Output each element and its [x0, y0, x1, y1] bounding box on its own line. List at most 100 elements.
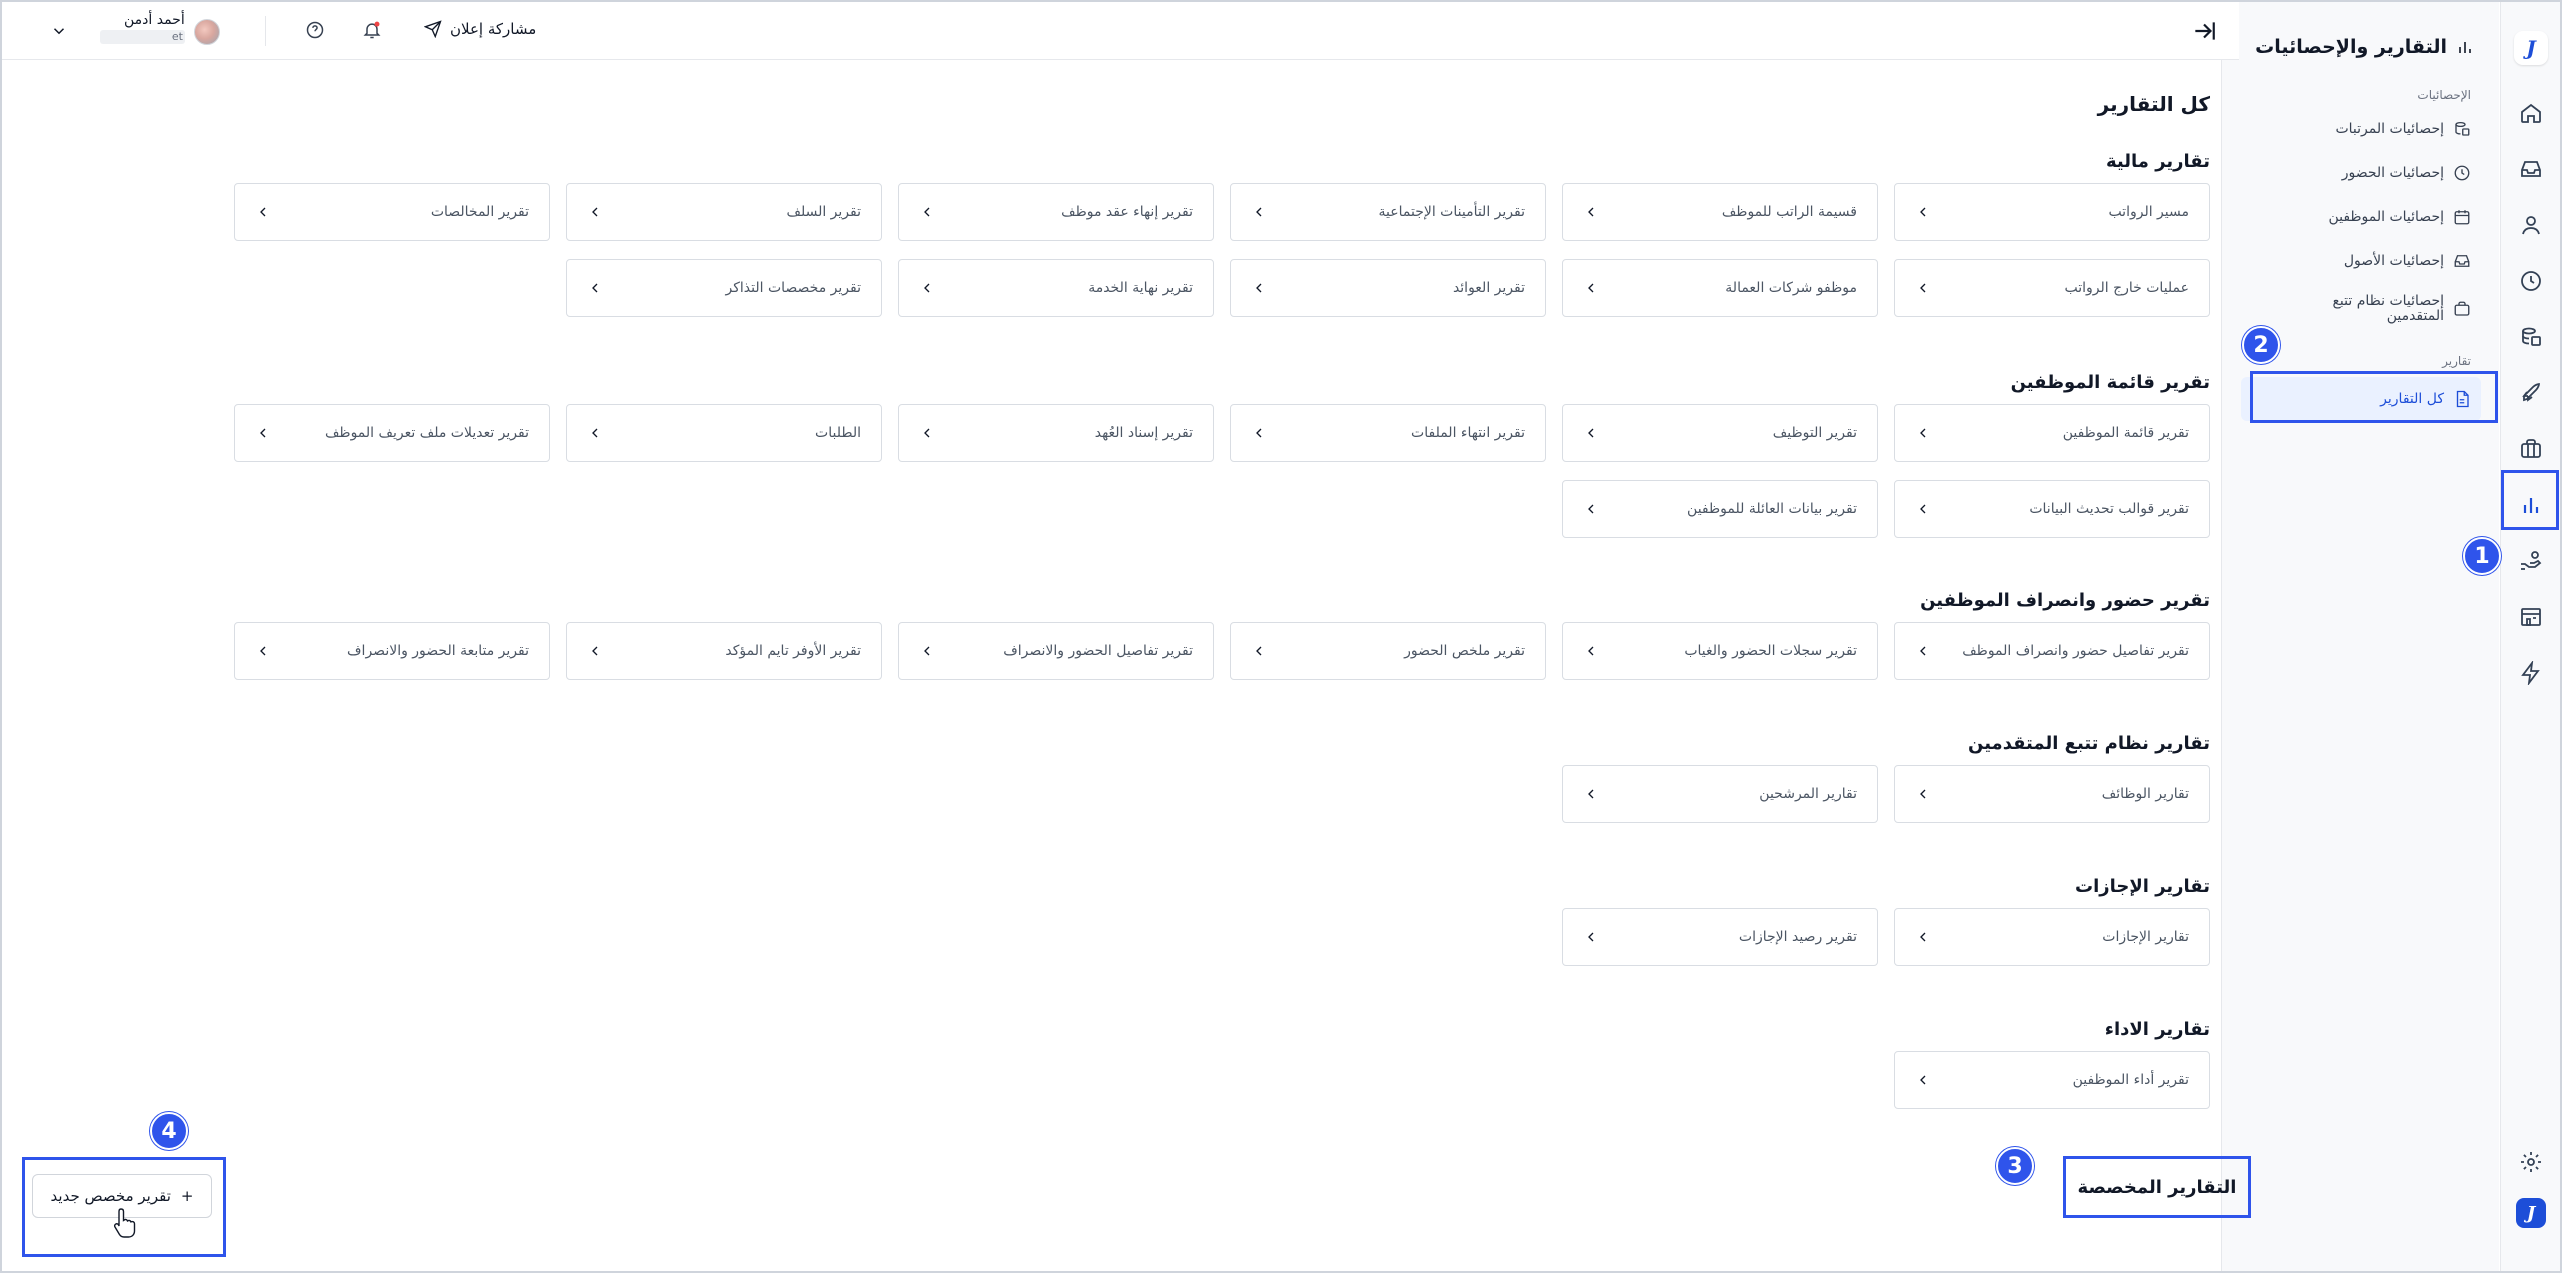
report-card[interactable]: تقرير قائمة الموظفين [1894, 404, 2210, 462]
report-card[interactable]: تقرير متابعة الحضور والانصراف [234, 622, 550, 680]
report-card-label: تقرير تفاصيل حضور وانصراف الموظف [1962, 643, 2189, 659]
chevron-left-icon [1256, 646, 1262, 656]
bell-icon[interactable] [362, 20, 382, 40]
report-card[interactable]: تقرير أداء الموظفين [1894, 1051, 2210, 1109]
icon-rail: J J [2500, 2, 2560, 1271]
bolt-icon[interactable] [2514, 656, 2548, 690]
reports-section-label: تقارير [2442, 354, 2471, 368]
report-card[interactable]: تقرير التأمينات الإجتماعية [1230, 183, 1546, 241]
report-card[interactable]: تقارير الوظائف [1894, 765, 2210, 823]
report-card-label: عمليات خارج الرواتب [2064, 280, 2189, 296]
send-icon [424, 20, 442, 38]
section-title: تقارير الإجازات [2075, 876, 2210, 897]
sidebar-item-label: إحصائيات المرتبات [2335, 121, 2444, 137]
report-card[interactable]: تقرير بيانات العائلة للموظفين [1562, 480, 1878, 538]
report-card-label: تقرير متابعة الحضور والانصراف [347, 643, 529, 659]
report-card-label: تقارير الإجازات [2102, 929, 2189, 945]
report-card-label: تقارير المرشحين [1759, 786, 1857, 802]
inbox-icon[interactable] [2514, 152, 2548, 186]
report-card-label: تقرير أداء الموظفين [2072, 1072, 2189, 1088]
report-card[interactable]: تقرير قوالب تحديث البيانات [1894, 480, 2210, 538]
report-card-label: قسيمة الراتب للموظف [1721, 204, 1857, 220]
chevron-left-icon [1588, 428, 1594, 438]
sidebar-item-label: إحصائيات الأصول [2343, 253, 2444, 269]
report-card[interactable]: تقرير رصيد الإجازات [1562, 908, 1878, 966]
section-title: تقرير حضور وانصراف الموظفين [1920, 590, 2210, 611]
chevron-left-icon [1920, 646, 1926, 656]
calendar-icon [2454, 210, 2470, 225]
section-title: تقارير مالية [2106, 151, 2210, 172]
report-card[interactable]: تقرير المخالصات [234, 183, 550, 241]
report-card[interactable]: تقرير إسناد العُهد [898, 404, 1214, 462]
sidebar-item-label: إحصائيات الحضور [2341, 165, 2444, 181]
annotation-badge-2: 2 [2242, 326, 2280, 364]
chevron-left-icon [592, 646, 598, 656]
report-card-label: تقرير التوظيف [1772, 425, 1857, 441]
highlight-all-reports [2250, 371, 2498, 423]
report-card[interactable]: تقرير ملخص الحضور [1230, 622, 1546, 680]
chevron-left-icon [1256, 428, 1262, 438]
report-card[interactable]: تقرير العوائد [1230, 259, 1546, 317]
share-ad-label: مشاركة إعلان [450, 20, 537, 38]
report-card-label: تقرير العوائد [1452, 280, 1525, 296]
user-icon[interactable] [2514, 208, 2548, 242]
report-card[interactable]: تقارير المرشحين [1562, 765, 1878, 823]
chevron-left-icon [1588, 646, 1594, 656]
rocket-icon[interactable] [2514, 376, 2548, 410]
report-card[interactable]: تقرير نهاية الخدمة [898, 259, 1214, 317]
chevron-left-icon [924, 646, 930, 656]
sidebar-item-ats-stats[interactable]: إحصائيات نظام تتبع المتقدمين [2331, 293, 2471, 325]
chevron-down-icon[interactable] [50, 22, 68, 40]
avatar[interactable] [194, 19, 220, 45]
chevron-left-icon [260, 428, 266, 438]
handshake-icon[interactable] [2514, 544, 2548, 578]
gear-icon[interactable] [2514, 1145, 2548, 1179]
top-bar: مشاركة إعلان أحمد أدمن et [2, 2, 2239, 60]
help-icon[interactable] [305, 20, 325, 40]
report-card[interactable]: تقرير السلف [566, 183, 882, 241]
sidebar-item-attendance-stats[interactable]: إحصائيات الحضور [2342, 164, 2471, 182]
payroll-icon[interactable] [2514, 320, 2548, 354]
topbar-divider [265, 16, 266, 46]
collapse-sidebar-icon[interactable] [2191, 18, 2217, 44]
report-card[interactable]: تقرير التوظيف [1562, 404, 1878, 462]
annotation-badge-1: 1 [2463, 537, 2501, 575]
home-icon[interactable] [2514, 96, 2548, 130]
report-card[interactable]: تقرير انتهاء الملفات [1230, 404, 1546, 462]
report-card[interactable]: تقرير تفاصيل الحضور والانصراف [898, 622, 1214, 680]
chevron-left-icon [1920, 504, 1926, 514]
chevron-left-icon [1920, 932, 1926, 942]
clock-icon[interactable] [2514, 264, 2548, 298]
logo-icon[interactable]: J [2516, 1198, 2546, 1228]
report-card[interactable]: تقارير الإجازات [1894, 908, 2210, 966]
report-card[interactable]: الطلبات [566, 404, 882, 462]
building-icon[interactable] [2514, 600, 2548, 634]
chevron-left-icon [592, 207, 598, 217]
sidebar-item-label: إحصائيات نظام تتبع المتقدمين [2332, 293, 2444, 325]
report-card[interactable]: تقرير الأوفر تايم المؤكد [566, 622, 882, 680]
report-card[interactable]: مسير الرواتب [1894, 183, 2210, 241]
sidebar-item-payroll-stats[interactable]: إحصائيات المرتبات [2335, 120, 2471, 138]
briefcase-icon[interactable] [2514, 432, 2548, 466]
report-card-label: تقرير بيانات العائلة للموظفين [1687, 501, 1857, 517]
reports-sidebar: التقارير والإحصائيات الإحصائيات إحصائيات… [2221, 2, 2499, 1271]
sidebar-title: التقارير والإحصائيات [2255, 36, 2473, 58]
report-card[interactable]: عمليات خارج الرواتب [1894, 259, 2210, 317]
sidebar-item-employee-stats[interactable]: إحصائيات الموظفين [2328, 208, 2471, 226]
main-content: كل التقارير تقارير مالية مسير الرواتب قسيم… [2, 60, 2239, 1271]
report-card[interactable]: تقرير إنهاء عقد موظف [898, 183, 1214, 241]
chevron-left-icon [1588, 283, 1594, 293]
logo-icon[interactable]: J [2514, 31, 2548, 65]
report-card[interactable]: تقرير سجلات الحضور والغياب [1562, 622, 1878, 680]
sidebar-item-assets-stats[interactable]: إحصائيات الأصول [2344, 252, 2471, 270]
report-card-label: تقرير إنهاء عقد موظف [1061, 204, 1193, 220]
chevron-left-icon [924, 283, 930, 293]
report-card[interactable]: تقرير تفاصيل حضور وانصراف الموظف [1894, 622, 2210, 680]
report-card-label: تقرير ملخص الحضور [1404, 643, 1525, 659]
report-card[interactable]: تقرير مخصصات التذاكر [566, 259, 882, 317]
report-card[interactable]: قسيمة الراتب للموظف [1562, 183, 1878, 241]
report-card[interactable]: موظفو شركات العمالة [1562, 259, 1878, 317]
report-card-label: تقرير انتهاء الملفات [1411, 425, 1525, 441]
share-ad-link[interactable]: مشاركة إعلان [424, 20, 536, 38]
report-card[interactable]: تقرير تعديلات ملف تعريف الموظف [234, 404, 550, 462]
